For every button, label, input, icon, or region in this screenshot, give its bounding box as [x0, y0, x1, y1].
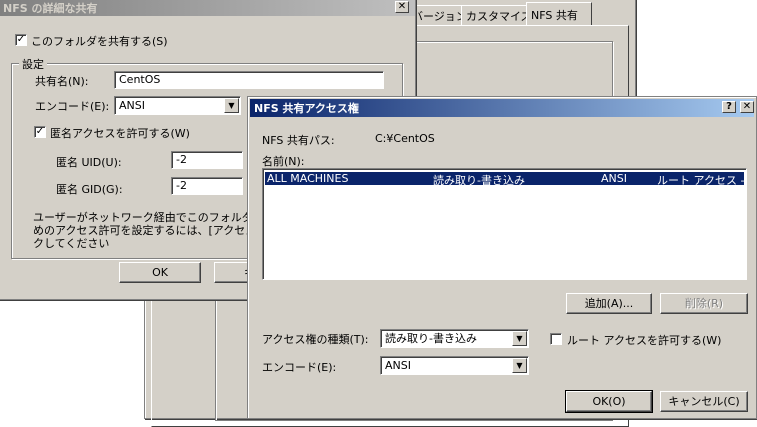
ok-button-label: OK — [152, 266, 168, 279]
share-name-input[interactable]: CentOS — [114, 71, 384, 89]
access-encode-label: エンコード(E): — [262, 361, 337, 374]
permissions-list[interactable]: ALL MACHINES 読み取り-書き込み ANSI ルート アクセス - 許 — [262, 168, 747, 280]
anon-gid-input[interactable]: -2 — [171, 177, 243, 195]
access-type-value: 読み取り-書き込み — [385, 332, 477, 345]
share-name-value: CentOS — [119, 73, 161, 86]
entry-access: 読み取り-書き込み — [433, 174, 525, 187]
close-button[interactable]: ✕ — [395, 1, 409, 13]
help-button[interactable]: ? — [722, 101, 736, 113]
share-path-value: C:¥CentOS — [375, 132, 435, 145]
close-button[interactable]: ✕ — [740, 101, 754, 113]
cancel-button-label: キャンセル(C) — [668, 395, 740, 408]
anonymous-access-label: 匿名アクセスを許可する(W) — [50, 127, 190, 140]
tab-customize-label: カスタマイズ — [466, 10, 532, 23]
anon-gid-label: 匿名 GID(G): — [56, 183, 123, 196]
chevron-down-icon[interactable]: ▼ — [512, 331, 527, 346]
anon-uid-input[interactable]: -2 — [171, 151, 243, 169]
ok-button[interactable]: OK(O) — [565, 390, 653, 413]
share-folder-checkbox[interactable]: ✓ — [15, 34, 27, 46]
nfs-access-titlebar: NFS 共有アクセス権 — [250, 99, 754, 117]
nfs-access-dialog: NFS 共有アクセス権 ? ✕ NFS 共有パス: C:¥CentOS 名前(N… — [247, 96, 757, 419]
nfs-access-title: NFS 共有アクセス権 — [254, 102, 359, 115]
settings-group-label: 設定 — [19, 56, 47, 72]
share-path-label: NFS 共有パス: — [262, 134, 335, 147]
nfs-detail-title: NFS の詳細な共有 — [3, 2, 98, 15]
help-icon: ? — [726, 101, 732, 112]
tab-nfs-sharing-label: NFS 共有 — [531, 9, 578, 22]
remove-button[interactable]: 削除(R) — [660, 293, 748, 314]
remove-button-label: 削除(R) — [684, 297, 724, 310]
add-button-label: 追加(A)... — [584, 297, 634, 310]
encode-label: エンコード(E): — [35, 100, 110, 113]
nfs-detail-titlebar: NFS の詳細な共有 — [0, 0, 415, 16]
entry-root: ルート アクセス - 許 — [657, 174, 746, 187]
access-type-label: アクセス権の種類(T): — [262, 333, 369, 346]
cancel-button[interactable]: キャンセル(C) — [660, 391, 748, 412]
root-access-label: ルート アクセスを許可する(W) — [567, 334, 722, 347]
entry-name: ALL MACHINES — [267, 172, 349, 185]
root-access-checkbox[interactable] — [550, 333, 562, 345]
share-name-label: 共有名(N): — [35, 75, 89, 88]
encode-select[interactable]: ANSI ▼ — [114, 96, 241, 115]
encode-value: ANSI — [119, 99, 145, 112]
names-label: 名前(N): — [262, 155, 305, 168]
chevron-down-icon[interactable]: ▼ — [224, 98, 239, 113]
ok-button-label: OK(O) — [592, 395, 626, 408]
tab-version-label: バージョン — [412, 10, 467, 23]
tab-customize[interactable]: カスタマイズ — [461, 5, 532, 25]
access-encode-select[interactable]: ANSI ▼ — [380, 356, 529, 375]
anon-gid-value: -2 — [176, 179, 187, 192]
anonymous-access-checkbox[interactable]: ✓ — [34, 126, 46, 138]
add-button[interactable]: 追加(A)... — [566, 293, 652, 314]
share-folder-label: このフォルダを共有する(S) — [31, 35, 168, 48]
anon-uid-value: -2 — [176, 153, 187, 166]
close-icon: ✕ — [397, 1, 407, 12]
entry-encode: ANSI — [601, 172, 627, 185]
table-row[interactable]: ALL MACHINES 読み取り-書き込み ANSI ルート アクセス - 許 — [265, 172, 746, 187]
info-text-line3: クしてください — [33, 237, 110, 250]
chevron-down-icon[interactable]: ▼ — [512, 358, 527, 373]
anon-uid-label: 匿名 UID(U): — [56, 156, 122, 169]
access-type-select[interactable]: 読み取り-書き込み ▼ — [380, 329, 529, 348]
tab-nfs-sharing[interactable]: NFS 共有 — [526, 2, 592, 25]
close-icon: ✕ — [742, 101, 752, 112]
access-encode-value: ANSI — [385, 359, 411, 372]
ok-button[interactable]: OK — [119, 262, 201, 283]
